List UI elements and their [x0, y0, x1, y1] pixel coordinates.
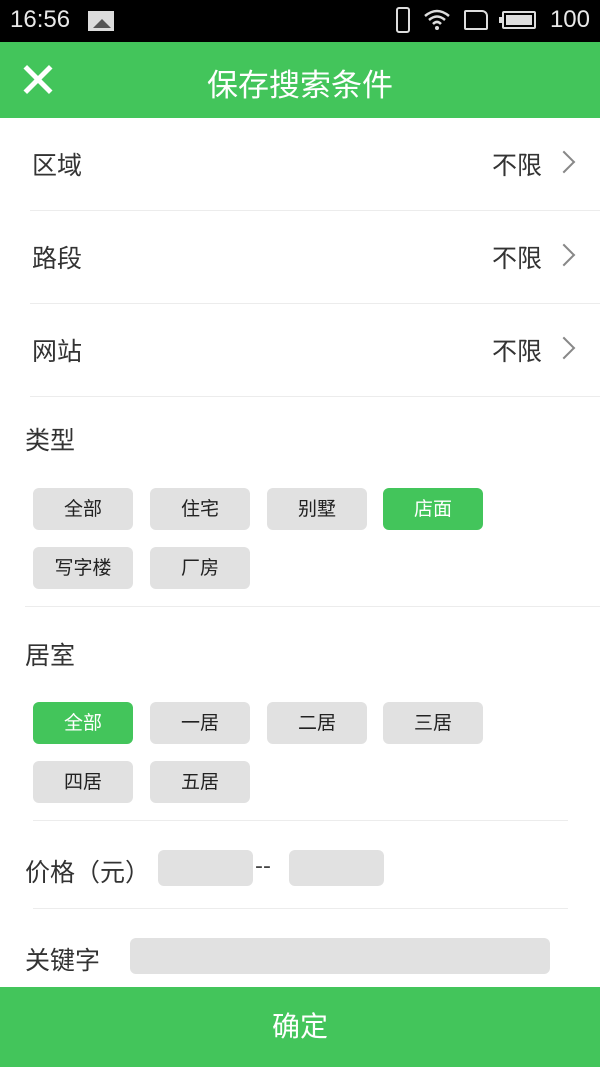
vibrate-icon	[395, 7, 410, 33]
type-chip[interactable]: 住宅	[150, 488, 250, 530]
type-chip[interactable]: 店面	[383, 488, 483, 530]
price-separator: --	[255, 854, 271, 879]
page-title: 保存搜索条件	[207, 68, 393, 104]
status-icons: 100	[395, 6, 590, 34]
status-bar: 16:56 100	[0, 0, 600, 42]
price-max-input[interactable]	[289, 850, 384, 886]
app-bar: 保存搜索条件	[0, 42, 600, 118]
divider	[33, 908, 568, 909]
room-chip[interactable]: 全部	[33, 702, 133, 744]
row-area[interactable]: 区域 不限	[30, 118, 600, 211]
keyword-input[interactable]	[130, 938, 550, 974]
divider	[25, 606, 600, 607]
keyword-label: 关键字	[25, 946, 101, 975]
type-chip[interactable]: 厂房	[150, 547, 250, 589]
sim-icon	[463, 10, 488, 30]
row-road[interactable]: 路段 不限	[30, 211, 600, 304]
image-icon	[88, 11, 114, 31]
row-value: 不限	[491, 244, 542, 273]
type-chip[interactable]: 写字楼	[33, 547, 133, 589]
room-chip[interactable]: 三居	[383, 702, 483, 744]
chevron-right-icon	[552, 336, 576, 360]
row-value: 不限	[491, 151, 542, 180]
confirm-button[interactable]: 确定	[0, 987, 600, 1067]
row-website[interactable]: 网站 不限	[30, 304, 600, 397]
chevron-right-icon	[552, 243, 576, 267]
room-chip[interactable]: 四居	[33, 761, 133, 803]
wifi-icon	[424, 9, 450, 30]
divider	[33, 820, 568, 821]
room-chip[interactable]: 二居	[267, 702, 367, 744]
type-chip[interactable]: 别墅	[267, 488, 367, 530]
row-label: 网站	[32, 337, 83, 366]
battery-level: 100	[549, 6, 590, 33]
chevron-right-icon	[552, 150, 576, 174]
type-chip[interactable]: 全部	[33, 488, 133, 530]
battery-icon	[498, 11, 536, 29]
status-time: 16:56	[10, 6, 71, 33]
room-chip[interactable]: 五居	[150, 761, 250, 803]
room-section-title: 居室	[25, 641, 76, 670]
row-value: 不限	[491, 337, 542, 366]
price-min-input[interactable]	[158, 850, 253, 886]
row-label: 区域	[32, 151, 83, 180]
row-label: 路段	[32, 244, 83, 273]
price-label: 价格（元）	[25, 858, 151, 887]
type-section-title: 类型	[25, 426, 76, 455]
room-chip[interactable]: 一居	[150, 702, 250, 744]
